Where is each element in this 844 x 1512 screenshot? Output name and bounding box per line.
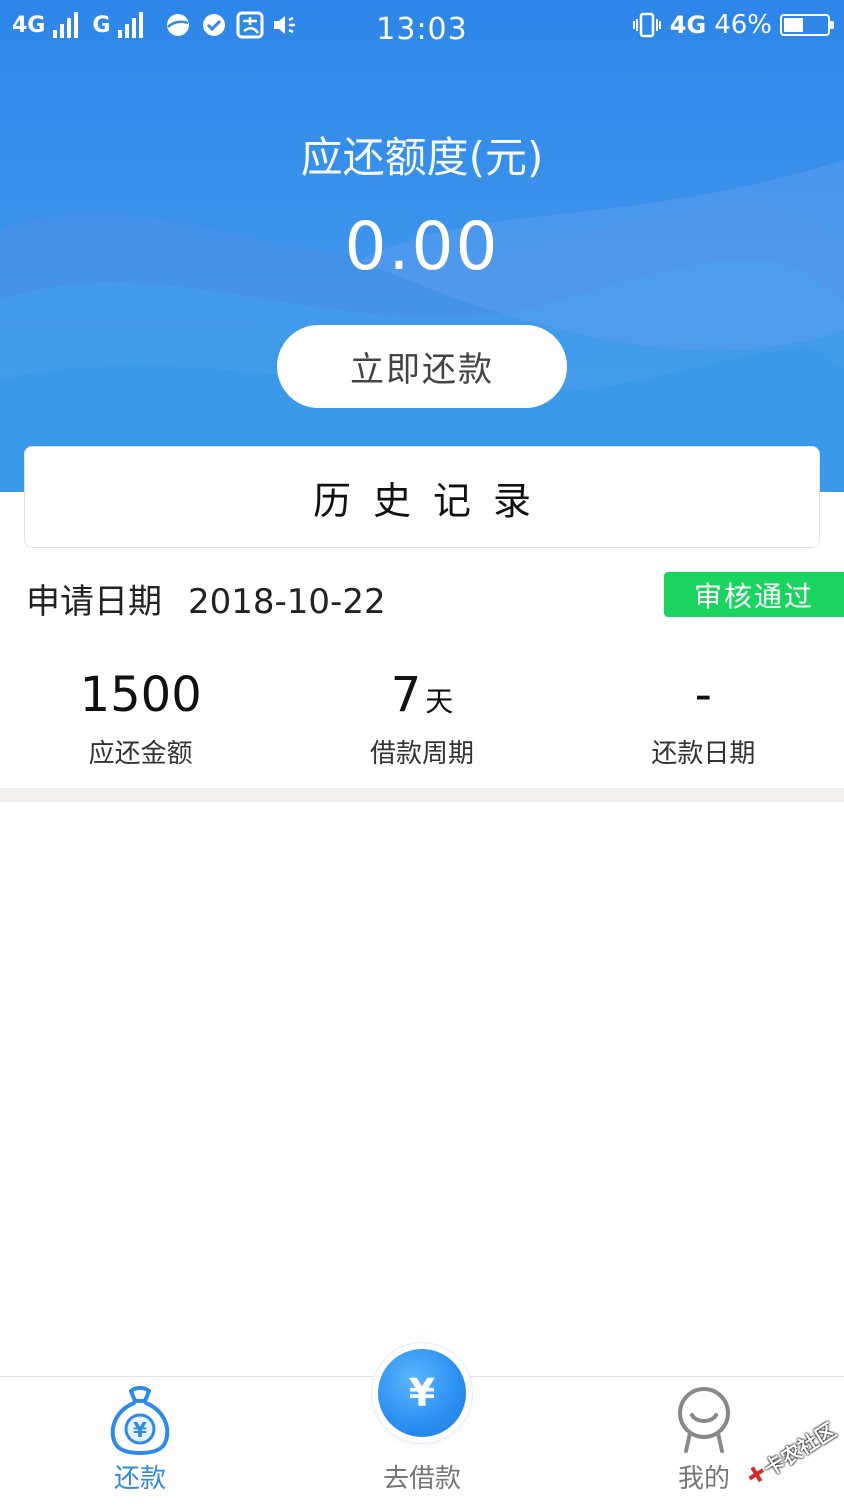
stat-value: - [694, 667, 712, 723]
loan-stats: 1500 应还金额 7天 借款周期 - 还款日期 [0, 665, 844, 770]
bottom-tab-bar: ¥ 还款 ¥ 去借款 我的 [0, 1349, 844, 1501]
stat-label: 借款周期 [369, 739, 474, 769]
repay-now-button[interactable]: 立即还款 [277, 325, 567, 408]
user-profile-icon [678, 1387, 730, 1453]
stat-repay-date: - 还款日期 [563, 665, 844, 770]
amount-due-value: 0.00 [344, 208, 500, 285]
stat-label: 应还金额 [88, 739, 193, 769]
status-badge: 审核通过 [664, 572, 844, 617]
status-right: 4G 46% [632, 10, 834, 40]
network-type-right: 4G [669, 11, 707, 39]
tab-repay[interactable]: ¥ 还款 [40, 1377, 240, 1501]
tab-borrow-label: 去借款 [382, 1464, 461, 1494]
vibrate-icon [632, 10, 662, 40]
stat-value: 7 [390, 667, 422, 723]
amount-due-label: 应还额度(元) [300, 133, 544, 182]
loan-record: 申请日期 2018-10-22 审核通过 1500 应还金额 7天 借款周期 - … [0, 560, 844, 790]
yuan-icon: ¥ [378, 1349, 466, 1437]
apply-date-label: 申请日期 [26, 582, 162, 622]
tab-repay-label: 还款 [113, 1464, 166, 1494]
status-bar: 4G G 13:03 4G 46% [0, 0, 844, 60]
header-banner: 4G G 13:03 4G 46% 应还额度(元) 0.00 立即还款 [0, 0, 844, 492]
stat-loan-period: 7天 借款周期 [281, 665, 562, 770]
section-divider [0, 788, 844, 802]
svg-text:¥: ¥ [133, 1418, 147, 1442]
watermark-text: 卡农社区 [759, 1417, 840, 1481]
history-records-button[interactable]: 历史记录 [24, 446, 820, 548]
stat-unit: 天 [425, 685, 454, 718]
battery-percent: 46% [714, 10, 772, 40]
money-bag-icon: ¥ [110, 1386, 170, 1456]
battery-icon [780, 14, 834, 36]
apply-date-value: 2018-10-22 [188, 582, 386, 622]
apply-date-row: 申请日期 2018-10-22 [26, 574, 386, 623]
stat-repay-amount: 1500 应还金额 [0, 665, 281, 770]
stat-label: 还款日期 [651, 739, 756, 769]
stat-value: 1500 [79, 667, 202, 723]
tab-borrow[interactable]: ¥ 去借款 [322, 1349, 522, 1501]
